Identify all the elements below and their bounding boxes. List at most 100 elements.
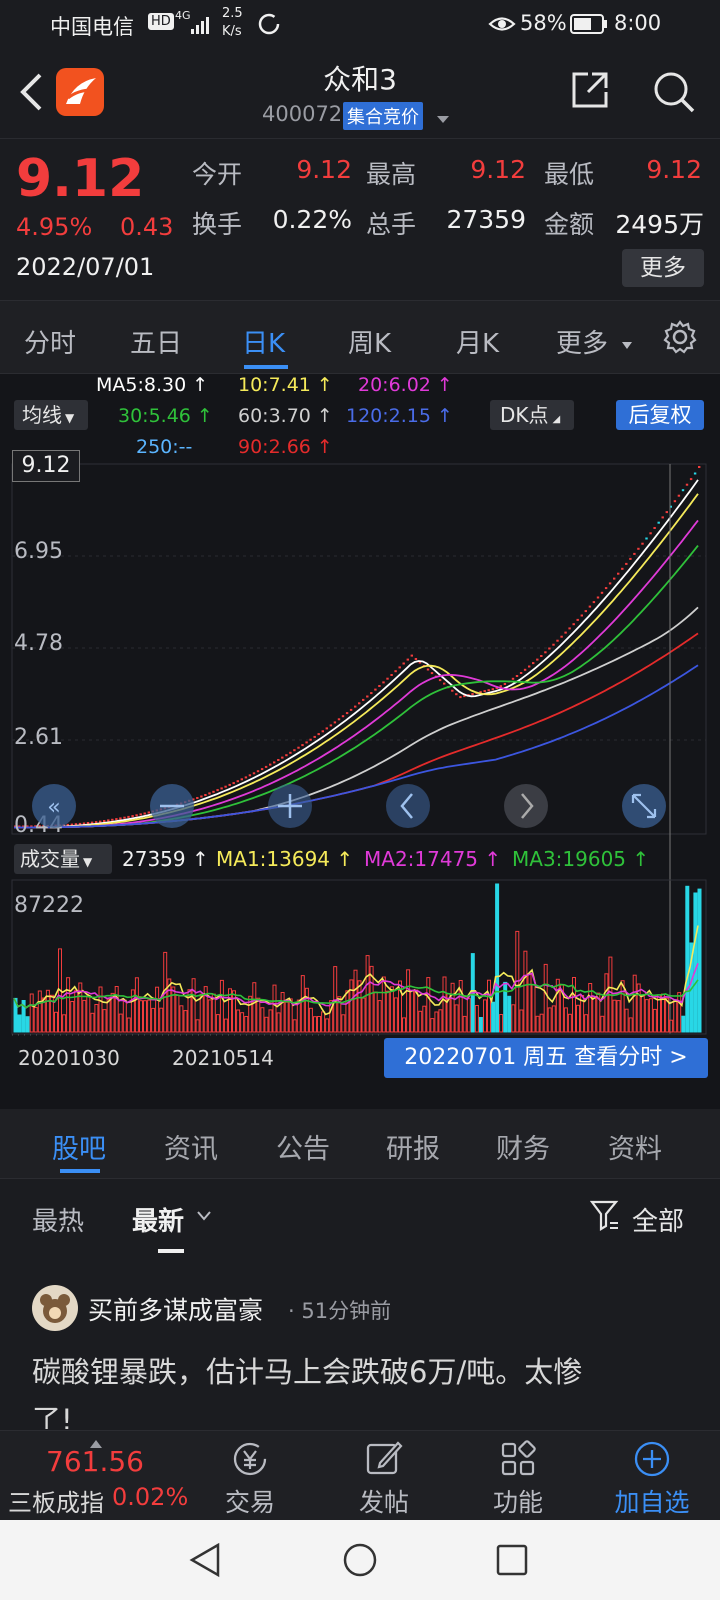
volume-bar [385,990,390,1033]
home-circle-icon[interactable] [342,1542,378,1582]
filter-icon[interactable] [589,1199,620,1235]
volume-bar [353,969,358,1033]
candle [552,643,555,646]
tab-five-day[interactable]: 五日 [130,323,182,360]
view-intraday-tooltip[interactable]: 20220701 周五 查看分时 > [384,1038,708,1078]
zoom-out-button[interactable] [150,784,194,828]
candles-group [14,466,701,828]
candle [139,813,142,816]
post-content-line1[interactable]: 碳酸锂暴跌，估计马上会跌破6万/吨。太惨 [32,1349,582,1391]
scroll-left-fast-button[interactable]: « [32,784,76,828]
tab-research[interactable]: 研报 [386,1127,440,1166]
back-icon[interactable] [18,72,44,116]
candle [354,705,357,708]
candle [471,693,474,696]
current-price: 9.12 [16,149,145,209]
ma10-legend: 10:7.41 ↑ [238,374,333,396]
volume-bar [632,974,637,1033]
hd-badge: HD [148,13,174,30]
turnover-value: 0.22% [272,205,352,234]
tab-intraday[interactable]: 分时 [24,323,76,360]
index-widget[interactable]: 761.56 三板成指 0.02% [0,1431,200,1521]
gear-icon[interactable] [662,319,698,359]
volume-bar [693,892,698,1033]
low-value: 9.12 [646,155,702,184]
bottom-nav: 761.56 三板成指 0.02% 交易 发帖 功能 加自选 [0,1430,720,1520]
tab-profile[interactable]: 资料 [608,1127,662,1166]
auction-badge[interactable]: 集合竞价 [343,102,423,130]
tab-finance[interactable]: 财务 [496,1127,550,1166]
filter-all[interactable]: 全部 [632,1201,684,1238]
fullscreen-button[interactable] [622,784,666,828]
candle [94,821,98,824]
candle [277,759,280,761]
tab-forum[interactable]: 股吧 [52,1127,106,1166]
volume-bar [143,1000,147,1033]
candle [281,756,284,759]
back-triangle-icon[interactable] [188,1542,222,1582]
volume-bar [300,975,305,1033]
candle [264,765,268,768]
candle [556,639,559,642]
volume-bar [551,1005,556,1033]
current-price-tag: 9.12 [12,450,80,482]
volume-bar [102,1009,107,1033]
vol-ma1-legend: MA1:13694 ↑ [216,847,354,871]
ma-select[interactable]: 均线 ▼ [14,400,88,430]
indicator-select[interactable]: 成交量 ▼ [14,844,112,874]
volume-bar [442,976,447,1033]
chevron-down-icon[interactable] [436,110,450,129]
post-author[interactable]: 买前多谋成富豪 [88,1291,263,1327]
volume-bar [175,995,180,1033]
volume-bar [531,984,536,1033]
zoom-in-button[interactable] [268,784,312,828]
filter-hot[interactable]: 最热 [32,1201,84,1238]
chevron-down-icon[interactable] [196,1207,212,1226]
search-icon[interactable] [652,70,696,118]
high-label: 最高 [366,160,417,189]
kline-chart-area: MA5:8.30 ↑ 10:7.41 ↑ 20:6.02 ↑ 30:5.46 ↑… [0,374,720,1109]
candle [103,820,106,822]
kline-chart[interactable]: 6.95 4.78 2.61 0.44 « 87222 [0,448,720,1108]
yen-icon [230,1439,270,1483]
candle [285,754,288,757]
tab-weekly-k[interactable]: 周K [348,323,391,360]
tab-more[interactable]: 更多 [556,323,608,360]
open-label: 今开 [192,160,243,189]
volume-bar [652,1008,657,1033]
change-percent: 4.95% [16,213,93,241]
ma-lines-group [14,479,699,829]
volume-bar [434,1011,439,1033]
volume-bar [592,996,597,1033]
nav-add-watchlist[interactable]: 加自选 [592,1431,712,1521]
recents-square-icon[interactable] [496,1544,528,1580]
tab-announcements[interactable]: 公告 [276,1127,330,1166]
volume-bar [402,1017,406,1033]
adjust-button[interactable]: 后复权 [616,400,704,430]
candle [523,668,527,671]
share-icon[interactable] [570,70,610,114]
nav-function[interactable]: 功能 [458,1431,578,1521]
candle [455,693,458,696]
scroll-right-button[interactable] [504,784,548,828]
post-content-line2[interactable]: 了! [32,1397,73,1429]
stock-header: 众和3 400072 集合竞价 [0,48,720,138]
volume-bar [223,1018,228,1033]
nav-post[interactable]: 发帖 [324,1431,444,1521]
volume-bar [25,1016,30,1033]
ma120-legend: 120:2.15 ↑ [346,405,453,427]
tab-monthly-k[interactable]: 月K [456,323,499,360]
dk-point-button[interactable]: DK点 ◢ [490,400,574,430]
nav-trade[interactable]: 交易 [190,1431,310,1521]
volume-bar [519,1009,524,1033]
scroll-left-button[interactable] [386,784,430,828]
tab-daily-k[interactable]: 日K [242,323,285,360]
volume-bar [345,990,350,1033]
filter-latest[interactable]: 最新 [132,1201,184,1238]
more-button[interactable]: 更多 [622,249,704,287]
avatar[interactable] [32,1285,78,1331]
volume-bar [697,888,702,1033]
ma30-legend: 30:5.46 ↑ [118,405,213,427]
volume-bar [539,1013,544,1033]
tab-news[interactable]: 资讯 [164,1127,218,1166]
